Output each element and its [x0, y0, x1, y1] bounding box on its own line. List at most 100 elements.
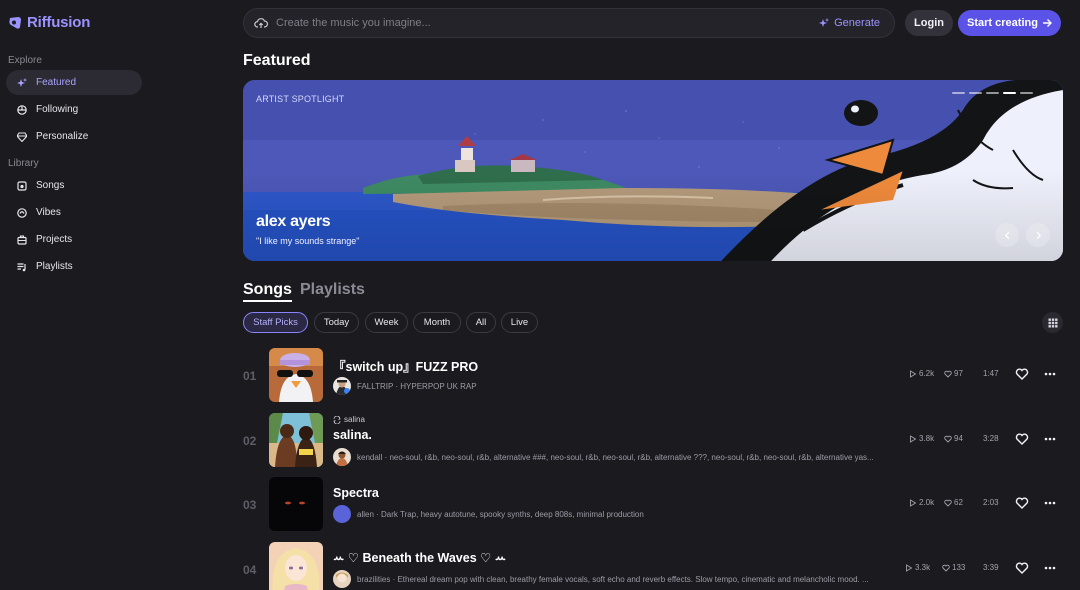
song-cover[interactable]	[269, 413, 323, 467]
sidebar-item-label: Projects	[36, 234, 73, 245]
like-heart-icon[interactable]	[1015, 496, 1029, 510]
song-number: 04	[243, 563, 257, 577]
filter-week[interactable]: Week	[365, 312, 408, 333]
song-title[interactable]: salina.	[333, 428, 372, 442]
grid-view-button[interactable]	[1042, 312, 1063, 333]
song-meta: brazilities · Ethereal dream pop with cl…	[333, 570, 869, 588]
riffusion-logo-icon	[9, 16, 21, 29]
filter-month[interactable]: Month	[413, 312, 461, 333]
carousel-dot-active[interactable]	[1003, 92, 1016, 94]
songs-icon	[17, 180, 27, 191]
more-options-icon[interactable]	[1043, 496, 1057, 510]
like-heart-icon[interactable]	[1015, 561, 1029, 575]
login-button[interactable]: Login	[905, 10, 953, 36]
like-heart-icon[interactable]	[1015, 367, 1029, 381]
song-row[interactable]: 01 『switch up』FUZZ PRO FALLTRIP · HYPERP…	[243, 348, 1063, 408]
sidebar-item-label: Featured	[36, 77, 77, 88]
artist-quote: "I like my sounds strange"	[256, 236, 360, 246]
remix-source: salina	[344, 415, 365, 424]
sidebar-item-featured[interactable]: Featured	[6, 70, 142, 95]
chevron-left-icon	[1004, 231, 1009, 239]
gem-icon	[17, 131, 27, 142]
arrow-right-icon	[1042, 19, 1052, 27]
cover-art-image	[269, 542, 323, 590]
like-count: 94	[944, 434, 963, 443]
filter-live[interactable]: Live	[501, 312, 538, 333]
carousel-dot[interactable]	[969, 92, 982, 94]
sidebar-item-personalize[interactable]: Personalize	[6, 124, 142, 149]
sidebar-item-vibes[interactable]: Vibes	[6, 200, 142, 225]
start-creating-button[interactable]: Start creating	[958, 10, 1061, 36]
sidebar-item-following[interactable]: Following	[6, 97, 142, 122]
like-count: 133	[942, 563, 965, 572]
logo[interactable]: Riffusion	[8, 14, 90, 31]
song-cover[interactable]	[269, 348, 323, 402]
song-cover[interactable]	[269, 542, 323, 590]
carousel-dot[interactable]	[986, 92, 999, 94]
sidebar-item-label: Personalize	[36, 131, 89, 142]
carousel-next-button[interactable]	[1026, 223, 1050, 247]
play-icon	[910, 369, 917, 378]
song-row[interactable]: 04 ꕀ ♡ Beneath the Waves ♡ ꕀ brazilities…	[243, 542, 1063, 590]
play-count-value: 2.0k	[919, 498, 935, 507]
sidebar-item-label: Following	[36, 104, 79, 115]
start-creating-label: Start creating	[967, 17, 1038, 29]
play-count-value: 6.2k	[919, 369, 935, 378]
more-options-icon[interactable]	[1043, 561, 1057, 575]
sidebar-item-projects[interactable]: Projects	[6, 227, 142, 252]
song-number: 02	[243, 434, 257, 448]
play-icon	[910, 434, 917, 443]
song-number: 01	[243, 369, 257, 383]
song-meta: allen · Dark Trap, heavy autotune, spook…	[333, 505, 644, 523]
song-number: 03	[243, 498, 257, 512]
avatar-image	[333, 377, 351, 395]
tab-playlists[interactable]: Playlists	[300, 281, 365, 299]
heart-small-icon	[944, 499, 952, 507]
avatar-image	[333, 570, 351, 588]
more-options-icon[interactable]	[1043, 367, 1057, 381]
play-count: 3.3k	[905, 563, 930, 572]
like-count: 62	[944, 498, 963, 507]
carousel-dot[interactable]	[952, 92, 965, 94]
song-duration: 2:03	[983, 498, 999, 507]
sidebar-item-songs[interactable]: Songs	[6, 173, 142, 198]
artist-name[interactable]: alex ayers	[256, 213, 331, 231]
cloud-upload-icon[interactable]	[254, 16, 268, 30]
artist-avatar[interactable]	[333, 448, 351, 466]
artist-avatar[interactable]	[333, 505, 351, 523]
song-artist-desc: brazilities · Ethereal dream pop with cl…	[357, 574, 869, 584]
song-title[interactable]: ꕀ ♡ Beneath the Waves ♡ ꕀ	[333, 550, 506, 566]
featured-banner[interactable]: ARTIST SPOTLIGHT alex ayers "I like my s…	[243, 80, 1063, 261]
filter-today[interactable]: Today	[314, 312, 359, 333]
artist-avatar[interactable]	[333, 377, 351, 395]
prompt-input[interactable]	[276, 17, 820, 29]
song-row[interactable]: 03 Spectra allen · Dark Trap, heavy auto…	[243, 477, 1063, 537]
banner-artwork	[243, 80, 1063, 261]
song-title[interactable]: Spectra	[333, 486, 379, 500]
carousel-dot[interactable]	[1020, 92, 1033, 94]
generate-button[interactable]: Generate	[819, 17, 880, 29]
song-artist-desc: kendall · neo-soul, r&b, neo-soul, r&b, …	[357, 452, 874, 462]
song-duration: 3:39	[983, 563, 999, 572]
cover-art-image	[269, 477, 323, 531]
heart-small-icon	[944, 435, 952, 443]
sparkle-icon	[17, 77, 27, 87]
more-options-icon[interactable]	[1043, 432, 1057, 446]
song-title[interactable]: 『switch up』FUZZ PRO	[333, 356, 478, 375]
sidebar-item-playlists[interactable]: Playlists	[6, 254, 142, 279]
song-duration: 3:28	[983, 434, 999, 443]
tab-songs[interactable]: Songs	[243, 281, 292, 302]
play-count: 6.2k	[909, 369, 934, 378]
like-heart-icon[interactable]	[1015, 432, 1029, 446]
like-count: 97	[944, 369, 963, 378]
song-row[interactable]: 02 salina salina. kendall · neo-soul, r&…	[243, 413, 1063, 473]
remix-indicator[interactable]: salina	[333, 415, 365, 424]
carousel-prev-button[interactable]	[995, 223, 1019, 247]
song-cover[interactable]	[269, 477, 323, 531]
carousel-indicators	[952, 92, 1033, 94]
filter-all[interactable]: All	[466, 312, 496, 333]
filter-staff-picks[interactable]: Staff Picks	[243, 312, 308, 333]
generate-label: Generate	[834, 17, 880, 29]
artist-avatar[interactable]	[333, 570, 351, 588]
play-count: 3.8k	[909, 434, 934, 443]
